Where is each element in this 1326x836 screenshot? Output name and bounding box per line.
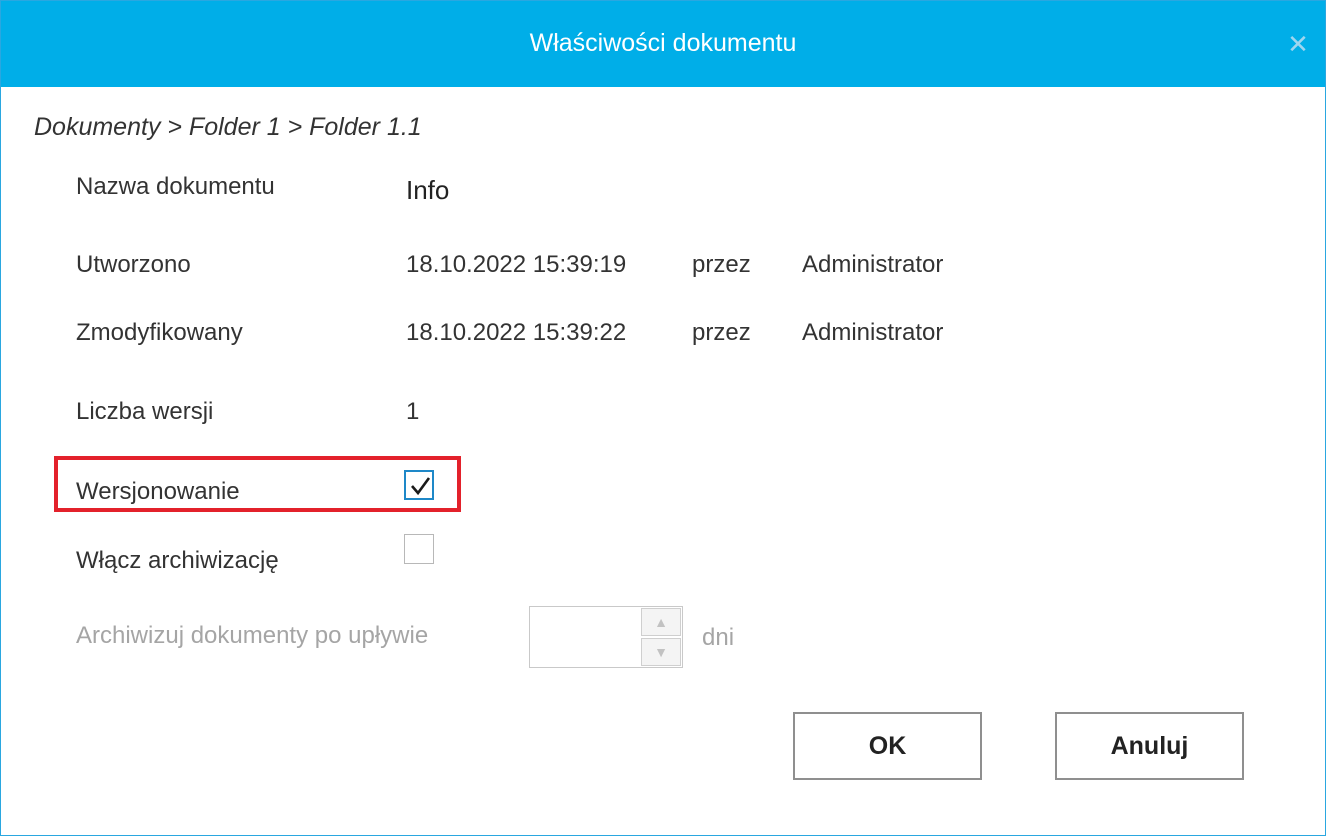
archive-days-unit: dni bbox=[702, 624, 735, 651]
archive-checkbox[interactable] bbox=[404, 534, 434, 564]
document-name-value: Info bbox=[406, 175, 450, 205]
created-by-word: przez bbox=[692, 251, 751, 278]
window-title: Właściwości dokumentu bbox=[529, 29, 797, 57]
modified-by-word: przez bbox=[692, 319, 751, 346]
created-by-user: Administrator bbox=[802, 251, 944, 278]
chevron-down-icon[interactable]: ▼ bbox=[641, 638, 681, 666]
archive-days-stepper[interactable]: ▲ ▼ bbox=[529, 606, 683, 668]
created-date: 18.10.2022 15:39:19 bbox=[406, 251, 627, 278]
versioning-highlight-frame bbox=[54, 456, 461, 512]
modified-label: Zmodyfikowany bbox=[76, 319, 243, 346]
modified-by-user: Administrator bbox=[802, 319, 944, 346]
close-icon[interactable]: ✕ bbox=[1285, 31, 1311, 57]
archive-days-input[interactable] bbox=[530, 607, 640, 667]
breadcrumb: Dokumenty > Folder 1 > Folder 1.1 bbox=[34, 113, 422, 141]
versions-count-value: 1 bbox=[406, 398, 420, 425]
title-bar: Właściwości dokumentu ✕ bbox=[1, 1, 1325, 87]
modified-date: 18.10.2022 15:39:22 bbox=[406, 319, 627, 346]
archive-label: Włącz archiwizację bbox=[76, 547, 279, 574]
created-label: Utworzono bbox=[76, 251, 191, 278]
document-properties-dialog: Właściwości dokumentu ✕ Dokumenty > Fold… bbox=[0, 0, 1326, 836]
cancel-button[interactable]: Anuluj bbox=[1055, 712, 1244, 780]
archive-after-label: Archiwizuj dokumenty po upływie bbox=[76, 622, 429, 649]
versions-count-label: Liczba wersji bbox=[76, 398, 214, 425]
chevron-up-icon[interactable]: ▲ bbox=[641, 608, 681, 636]
document-name-label: Nazwa dokumentu bbox=[76, 173, 275, 200]
ok-button[interactable]: OK bbox=[793, 712, 982, 780]
